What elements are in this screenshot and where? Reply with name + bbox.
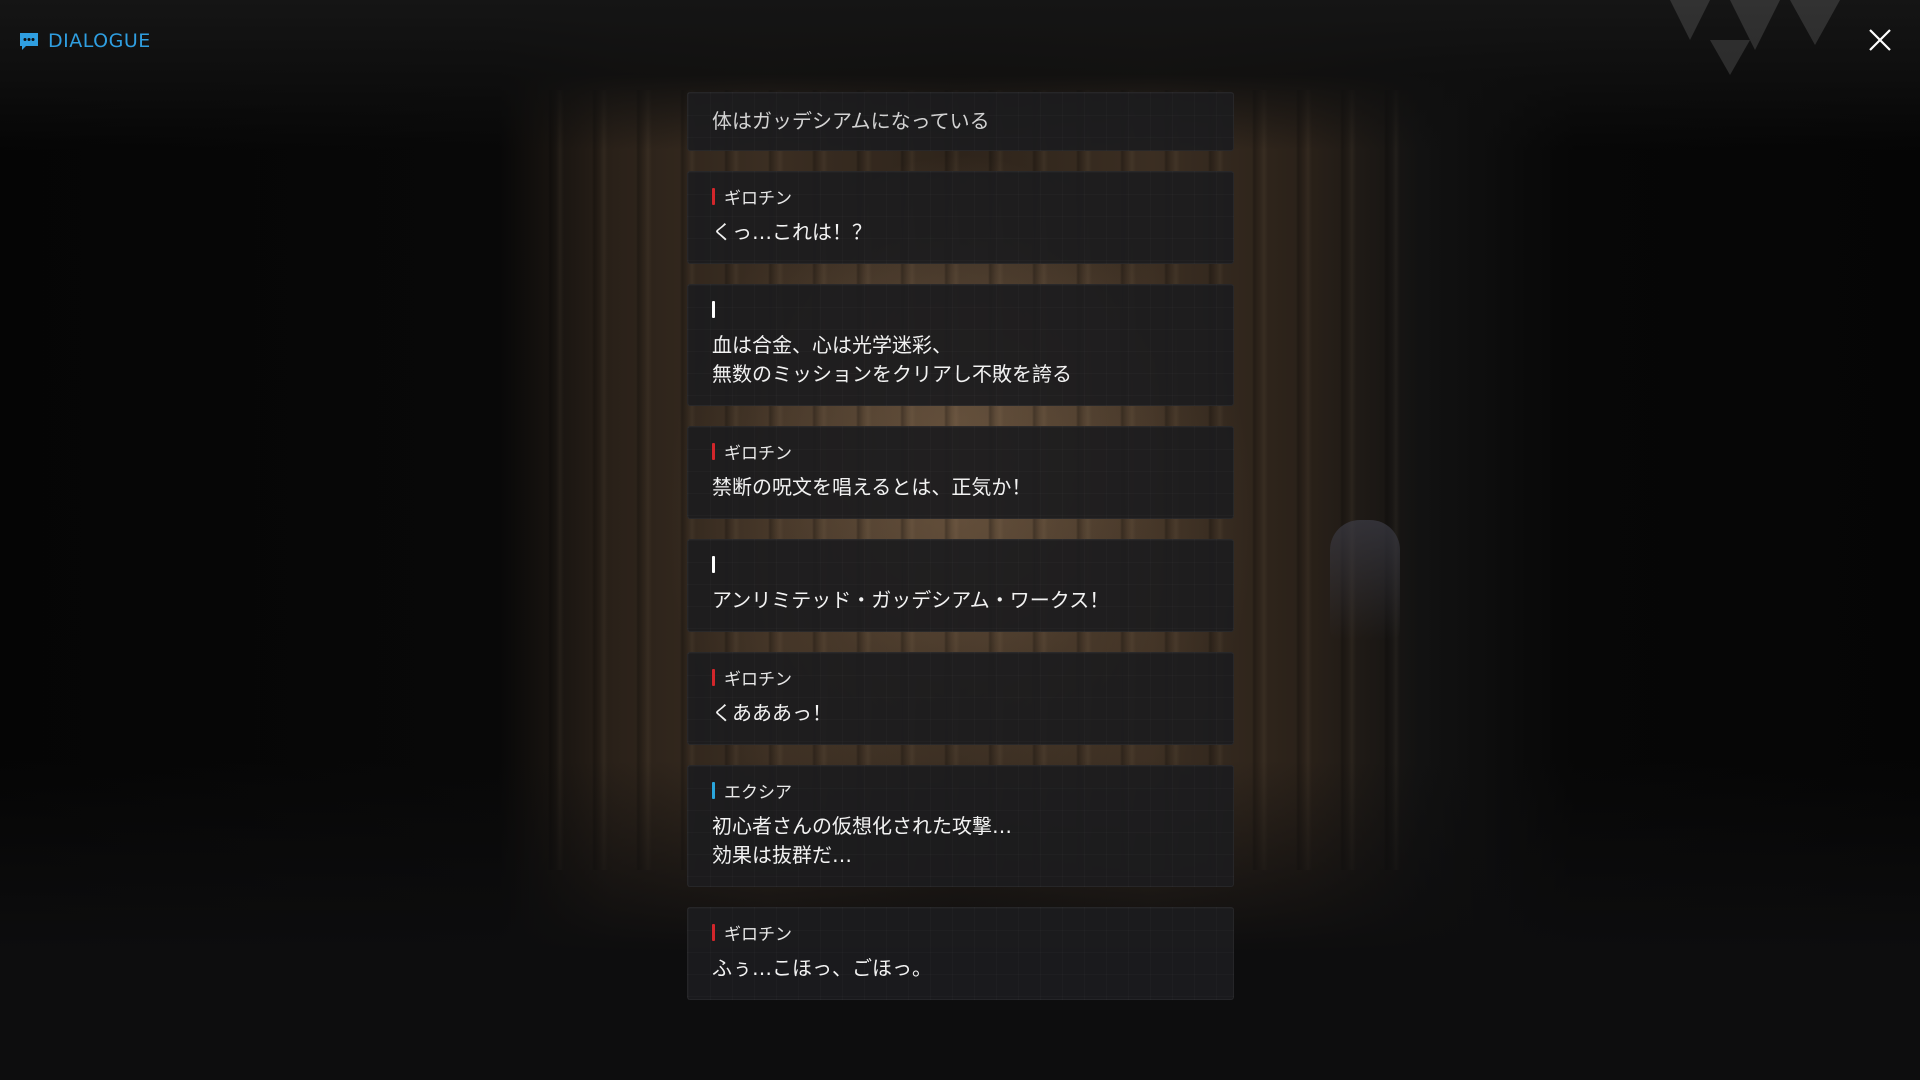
dialogue-log[interactable]: 体はガッデシアムになっている ギロチン くっ…これは！？ 血は合金、心は光学迷彩…	[687, 92, 1234, 1020]
dialogue-text: 禁断の呪文を唱えるとは、正気か！	[712, 475, 1032, 499]
dialogue-text: 血は合金、心は光学迷彩、 無数のミッションをクリアし不敗を誇る	[712, 333, 1072, 386]
dialogue-entry: ギロチン くっ…これは！？	[687, 171, 1234, 264]
header-title: DIALOGUE	[48, 30, 151, 52]
dialogue-entry: ギロチン くあああっ！	[687, 652, 1234, 745]
speaker-row	[712, 299, 1209, 319]
dialogue-entry: 血は合金、心は光学迷彩、 無数のミッションをクリアし不敗を誇る	[687, 284, 1234, 406]
dialogue-text: くあああっ！	[712, 701, 832, 725]
speaker-marker	[712, 555, 715, 573]
dialogue-text: アンリミテッド・ガッデシアム・ワークス！	[712, 588, 1110, 612]
close-icon	[1869, 29, 1891, 51]
dialogue-entry: ギロチン ふぅ…こほっ、ごほっ。	[687, 907, 1234, 1000]
dialogue-text: くっ…これは！？	[712, 220, 872, 244]
speaker-marker	[712, 923, 715, 941]
speaker-name: ギロチン	[724, 669, 792, 690]
speaker-row: ギロチン	[712, 441, 1209, 464]
dialogue-text: 体はガッデシアムになっている	[712, 109, 990, 133]
speaker-marker	[712, 442, 715, 460]
dialogue-entry: ギロチン 禁断の呪文を唱えるとは、正気か！	[687, 426, 1234, 519]
speaker-name: ギロチン	[724, 924, 792, 945]
speaker-name: エクシア	[724, 782, 792, 803]
speaker-marker	[712, 187, 715, 205]
dialogue-text: 初心者さんの仮想化された攻撃… 効果は抜群だ…	[712, 814, 1012, 867]
speaker-name: ギロチン	[724, 443, 792, 464]
speaker-marker	[712, 668, 715, 686]
dialogue-text: ふぅ…こほっ、ごほっ。	[712, 956, 932, 980]
speaker-name: ギロチン	[724, 188, 792, 209]
dialogue-entry: エクシア 初心者さんの仮想化された攻撃… 効果は抜群だ…	[687, 765, 1234, 887]
background-figure	[1330, 520, 1400, 640]
speaker-row: ギロチン	[712, 186, 1209, 209]
speaker-row	[712, 554, 1209, 574]
dialogue-header: DIALOGUE	[18, 28, 151, 54]
dialogue-entry: アンリミテッド・ガッデシアム・ワークス！	[687, 539, 1234, 632]
speaker-row: エクシア	[712, 780, 1209, 803]
dialogue-entry: 体はガッデシアムになっている	[687, 92, 1234, 151]
close-button[interactable]	[1864, 24, 1896, 56]
speaker-marker	[712, 300, 715, 318]
speaker-row: ギロチン	[712, 667, 1209, 690]
speaker-row: ギロチン	[712, 922, 1209, 945]
chat-icon	[20, 33, 38, 50]
speaker-marker	[712, 781, 715, 799]
corner-decoration	[1670, 0, 1840, 75]
